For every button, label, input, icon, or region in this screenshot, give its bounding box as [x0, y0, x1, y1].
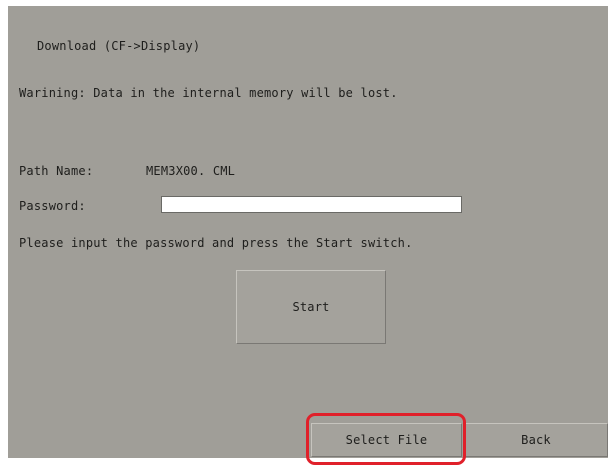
select-file-highlight — [306, 413, 466, 465]
instruction-text: Please input the password and press the … — [19, 236, 413, 250]
password-label: Password: — [19, 199, 86, 213]
back-button[interactable]: Back — [464, 423, 608, 457]
path-name-value: MEM3X00. CML — [146, 164, 236, 178]
password-field[interactable] — [161, 196, 462, 213]
path-name-label: Path Name: — [19, 164, 94, 178]
screen-title: Download (CF->Display) — [37, 39, 201, 53]
start-button-label: Start — [292, 300, 330, 314]
hmi-screen: Download (CF->Display) Warining: Data in… — [8, 6, 608, 465]
back-button-label: Back — [521, 433, 551, 447]
warning-message: Warining: Data in the internal memory wi… — [19, 86, 398, 100]
start-button[interactable]: Start — [236, 270, 386, 344]
